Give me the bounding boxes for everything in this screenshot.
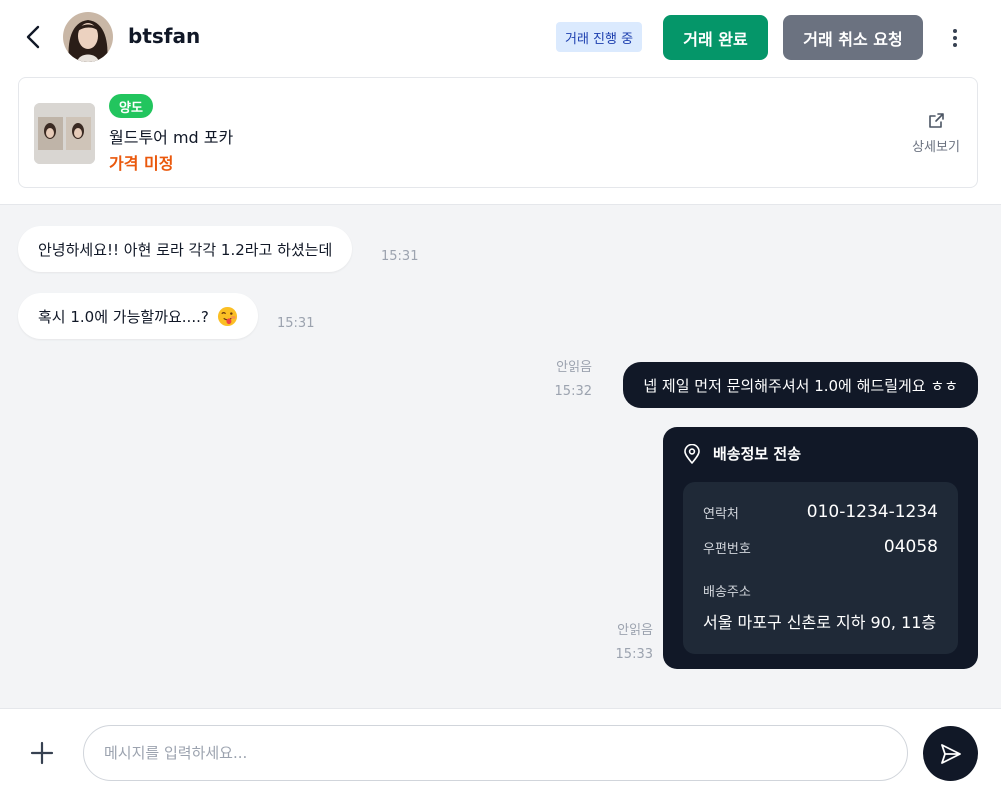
status-badge: 거래 진행 중 [556, 22, 643, 52]
product-card: 양도 월드투어 md 포카 가격 미정 상세보기 [18, 77, 978, 188]
incoming-message-bubble: 혹시 1.0에 가능할까요....? [18, 293, 258, 339]
message-input-bar [0, 708, 1001, 790]
incoming-message-bubble: 안녕하세요!! 아현 로라 각각 1.2라고 하셨는데 [18, 226, 353, 272]
more-vertical-icon [953, 29, 957, 47]
external-link-icon [929, 113, 944, 128]
send-icon [940, 743, 961, 764]
contact-label: 연락처 [703, 507, 739, 522]
send-button[interactable] [923, 726, 978, 781]
message-input[interactable] [83, 725, 908, 781]
view-detail-label: 상세보기 [912, 140, 960, 155]
shipping-info-card: 배송정보 전송 연락처 010-1234-1234 우편번호 04058 배송주… [663, 427, 978, 669]
product-title: 월드투어 md 포카 [109, 128, 234, 147]
avatar[interactable] [63, 12, 113, 62]
more-options-button[interactable] [944, 26, 966, 50]
winking-face-with-tongue-icon [217, 306, 237, 326]
message-time: 15:31 [381, 249, 419, 264]
view-detail-link[interactable]: 상세보기 [903, 112, 969, 155]
shipping-info-details: 연락처 010-1234-1234 우편번호 04058 배송주소 서울 마포구… [683, 482, 958, 654]
message-time: 15:33 [615, 647, 653, 662]
message-time: 15:31 [277, 316, 315, 331]
message-meta: 안읽음 15:33 [607, 619, 653, 667]
trade-type-tag: 양도 [109, 94, 153, 118]
read-status: 안읽음 [556, 360, 592, 375]
outgoing-message-bubble: 넵 제일 먼저 문의해주셔서 1.0에 해드릴게요 ㅎㅎ [623, 362, 978, 408]
postal-code-label: 우편번호 [703, 542, 751, 557]
contact-value: 010-1234-1234 [806, 502, 938, 522]
address-label: 배송주소 [703, 585, 751, 600]
message-time: 15:32 [554, 384, 592, 399]
message-text: 혹시 1.0에 가능할까요....? [38, 307, 209, 326]
plus-icon [30, 741, 54, 765]
address-value: 서울 마포구 신촌로 지하 90, 11층 [703, 613, 937, 632]
postal-code-value: 04058 [883, 537, 938, 557]
trade-cancel-request-button[interactable]: 거래 취소 요청 [783, 15, 923, 60]
attach-button[interactable] [29, 740, 55, 766]
product-thumbnail [34, 103, 95, 164]
read-status: 안읽음 [617, 623, 653, 638]
chevron-left-icon [26, 25, 40, 49]
username: btsfan [128, 24, 201, 48]
product-price: 가격 미정 [109, 154, 174, 173]
shipping-info-header: 배송정보 전송 [683, 443, 801, 464]
message-meta: 안읽음 15:32 [546, 356, 592, 404]
trade-complete-button[interactable]: 거래 완료 [663, 15, 768, 60]
map-pin-icon [684, 443, 700, 464]
back-button[interactable] [20, 24, 46, 50]
shipping-info-title: 배송정보 전송 [713, 445, 802, 463]
chat-header: btsfan 거래 진행 중 거래 완료 거래 취소 요청 양도 월드투어 md… [0, 0, 1001, 205]
